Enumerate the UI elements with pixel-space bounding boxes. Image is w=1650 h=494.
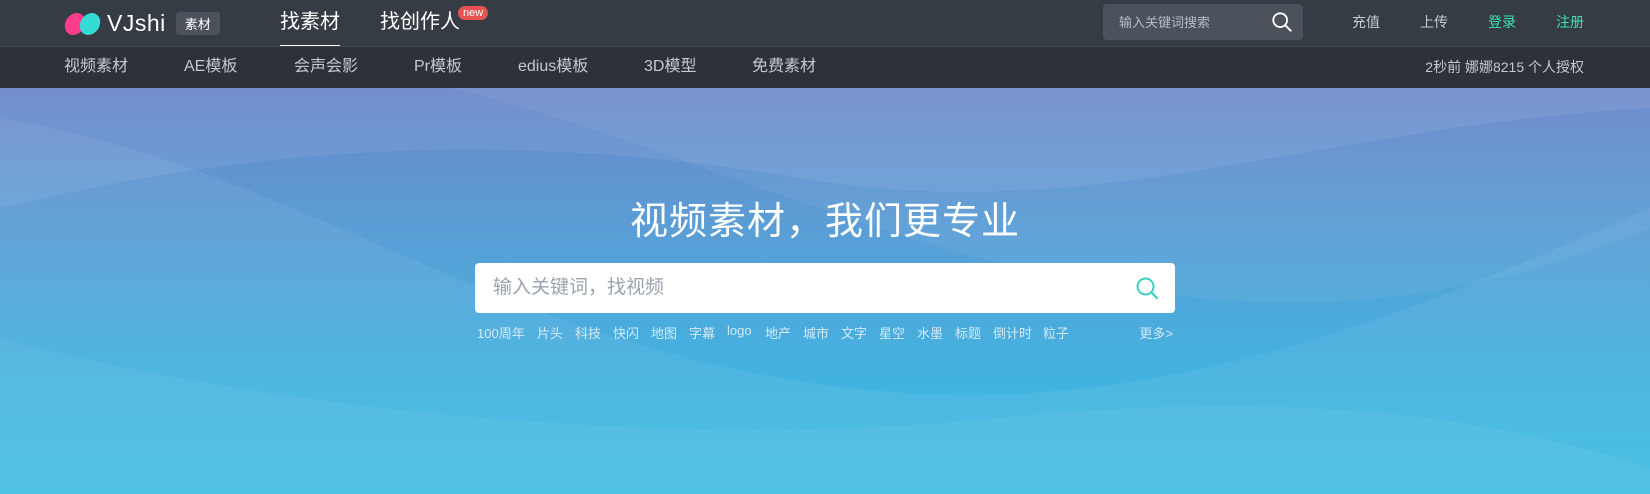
subnav-item-free-material[interactable]: 免费素材 [752, 47, 816, 87]
tag-link[interactable]: 快闪 [613, 323, 639, 342]
hero-search-box [475, 263, 1175, 313]
logo-text: VJshi [107, 9, 166, 36]
subnav-item-huisheng-huiying[interactable]: 会声会影 [294, 47, 358, 87]
hero-banner: 视频素材，我们更专业 100周年 片头 科技 快闪 地图 字幕 logo 地产 … [0, 88, 1650, 494]
site-logo[interactable]: VJshi 素材 [63, 8, 220, 38]
tag-link[interactable]: 城市 [803, 323, 829, 342]
tag-link[interactable]: 粒子 [1043, 323, 1069, 342]
logo-icon [63, 10, 103, 36]
subnav-item-3d-model[interactable]: 3D模型 [644, 47, 696, 87]
hero-title: 视频素材，我们更专业 [629, 201, 1020, 243]
hot-tags: 100周年 片头 科技 快闪 地图 字幕 logo 地产 城市 文字 星空 水墨… [477, 323, 1177, 343]
subnav-item-edius-template[interactable]: edius模板 [518, 47, 588, 87]
tag-link[interactable]: 倒计时 [993, 323, 1032, 342]
search-icon[interactable] [1135, 276, 1159, 300]
category-navbar: 视频素材 AE模板 会声会影 Pr模板 edius模板 3D模型 免费素材 2秒… [0, 46, 1650, 88]
nav-find-creator[interactable]: 找创作人 [380, 0, 460, 46]
logo-badge: 素材 [175, 11, 220, 35]
tag-link[interactable]: 文字 [841, 323, 867, 342]
upload-link[interactable]: 上传 [1420, 0, 1448, 44]
subnav-item-ae-template[interactable]: AE模板 [184, 47, 237, 87]
login-link[interactable]: 登录 [1488, 0, 1516, 44]
register-link[interactable]: 注册 [1556, 0, 1584, 44]
more-tags-link[interactable]: 更多> [1139, 323, 1173, 342]
nav-find-material[interactable]: 找素材 [280, 0, 340, 47]
recharge-link[interactable]: 充值 [1352, 0, 1380, 44]
tag-link[interactable]: 地产 [765, 323, 791, 342]
new-badge: new [458, 6, 489, 20]
subnav-item-pr-template[interactable]: Pr模板 [414, 47, 462, 87]
tag-link[interactable]: 科技 [575, 323, 601, 342]
tag-link[interactable]: logo [727, 323, 752, 338]
license-notice: 2秒前 娜娜8215 个人授权 [1425, 59, 1584, 75]
tag-link[interactable]: 水墨 [917, 323, 943, 342]
top-navbar: VJshi 素材 找素材 找创作人 new 充值 上传 登录 注册 [0, 0, 1650, 47]
top-search-box [1103, 4, 1303, 40]
tag-link[interactable]: 地图 [651, 323, 677, 342]
top-search-input[interactable] [1119, 4, 1269, 40]
tag-link[interactable]: 标题 [955, 323, 981, 342]
tag-link[interactable]: 片头 [537, 323, 563, 342]
tag-link[interactable]: 100周年 [477, 323, 525, 342]
subnav-item-video-material[interactable]: 视频素材 [64, 47, 128, 87]
search-icon[interactable] [1271, 11, 1293, 33]
hero-search-input[interactable] [493, 263, 1093, 313]
tag-link[interactable]: 星空 [879, 323, 905, 342]
tag-link[interactable]: 字幕 [689, 323, 715, 342]
